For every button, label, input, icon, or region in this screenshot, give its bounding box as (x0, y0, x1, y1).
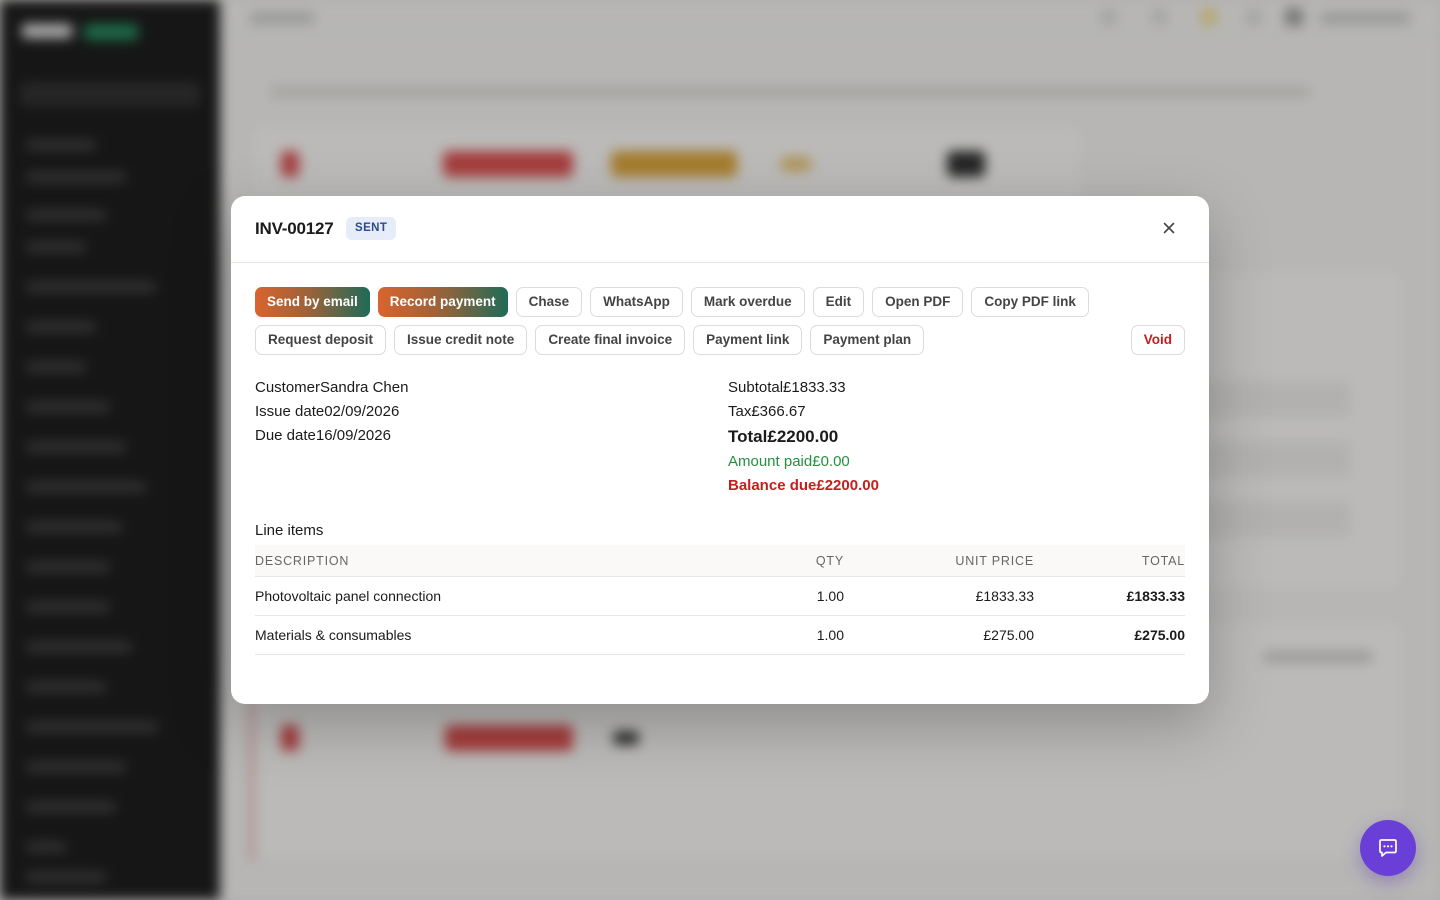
whatsapp-button[interactable]: WhatsApp (590, 287, 683, 317)
invoice-totals: Subtotal£1833.33 Tax£366.67 Total£2200.0… (728, 376, 879, 498)
header-unit-price: UNIT PRICE (955, 553, 1034, 568)
row-total: £1833.33 (1126, 588, 1185, 604)
open-pdf-button[interactable]: Open PDF (872, 287, 964, 317)
payment-plan-button[interactable]: Payment plan (810, 325, 925, 355)
row-description: Materials & consumables (255, 627, 412, 643)
void-button[interactable]: Void (1130, 325, 1185, 355)
row-unit-price: £1833.33 (975, 588, 1034, 604)
issue-date-value: 02/09/2026 (324, 403, 400, 420)
balance-due-label: Balance due (728, 477, 817, 494)
record-payment-button[interactable]: Record payment (377, 287, 508, 317)
table-row: Materials & consumables 1.00 £275.00 £27… (255, 616, 1185, 655)
status-badge: SENT (346, 217, 397, 240)
total-label: Total (728, 427, 768, 446)
payment-link-button[interactable]: Payment link (693, 325, 803, 355)
chase-button[interactable]: Chase (515, 287, 583, 317)
customer-label: Customer (255, 379, 321, 396)
chat-icon (1379, 839, 1397, 857)
copy-pdf-link-button[interactable]: Copy PDF link (971, 287, 1089, 317)
tax-value: £366.67 (751, 403, 806, 420)
amount-paid-value: £0.00 (812, 453, 850, 470)
invoice-modal: INV-00127 SENT Send by email Record paym… (231, 196, 1209, 704)
header-qty: QTY (815, 553, 844, 568)
due-date-value: 16/09/2026 (315, 427, 391, 444)
total-row: Total£2200.00 (728, 424, 879, 450)
action-row-primary: Send by email Record payment Chase Whats… (255, 287, 1185, 317)
modal-header: INV-00127 SENT (231, 196, 1209, 263)
edit-button[interactable]: Edit (812, 287, 865, 317)
amount-paid-label: Amount paid (728, 453, 813, 470)
action-bar: Send by email Record payment Chase Whats… (255, 287, 1185, 363)
amount-paid-row: Amount paid£0.00 (728, 450, 879, 474)
balance-due-value: £2200.00 (816, 477, 879, 494)
row-total: £275.00 (1134, 627, 1185, 643)
table-row: Photovoltaic panel connection 1.00 £1833… (255, 577, 1185, 616)
issue-credit-note-button[interactable]: Issue credit note (394, 325, 528, 355)
table-header: DESCRIPTION QTY UNIT PRICE TOTAL (255, 545, 1185, 577)
row-description: Photovoltaic panel connection (255, 588, 442, 604)
customer-value: Sandra Chen (320, 379, 409, 396)
row-unit-price: £275.00 (983, 627, 1034, 643)
subtotal-label: Subtotal (728, 379, 784, 396)
tax-row: Tax£366.67 (728, 400, 879, 424)
action-row-secondary: Request deposit Issue credit note Create… (255, 325, 1185, 355)
header-total: TOTAL (1141, 553, 1185, 568)
subtotal-row: Subtotal£1833.33 (728, 376, 879, 400)
due-date-row: Due date16/09/2026 (255, 424, 408, 448)
request-deposit-button[interactable]: Request deposit (255, 325, 387, 355)
issue-date-row: Issue date02/09/2026 (255, 400, 408, 424)
row-qty: 1.00 (816, 627, 844, 643)
chat-button[interactable] (1360, 820, 1416, 876)
customer-row: CustomerSandra Chen (255, 376, 408, 400)
close-icon (1163, 222, 1175, 234)
line-items-table: DESCRIPTION QTY UNIT PRICE TOTAL Photovo… (255, 545, 1185, 655)
issue-date-label: Issue date (255, 403, 325, 420)
balance-due-row: Balance due£2200.00 (728, 474, 879, 498)
total-value: £2200.00 (767, 427, 839, 446)
row-qty: 1.00 (816, 588, 844, 604)
tax-label: Tax (728, 403, 752, 420)
header-description: DESCRIPTION (255, 553, 350, 568)
invoice-details: CustomerSandra Chen Issue date02/09/2026… (255, 376, 408, 448)
mark-overdue-button[interactable]: Mark overdue (690, 287, 805, 317)
close-button[interactable] (1159, 218, 1179, 238)
invoice-number: INV-00127 (255, 219, 334, 238)
send-by-email-button[interactable]: Send by email (255, 287, 370, 317)
line-items-title: Line items (255, 522, 324, 539)
due-date-label: Due date (255, 427, 316, 444)
create-final-invoice-button[interactable]: Create final invoice (535, 325, 686, 355)
subtotal-value: £1833.33 (783, 379, 846, 396)
